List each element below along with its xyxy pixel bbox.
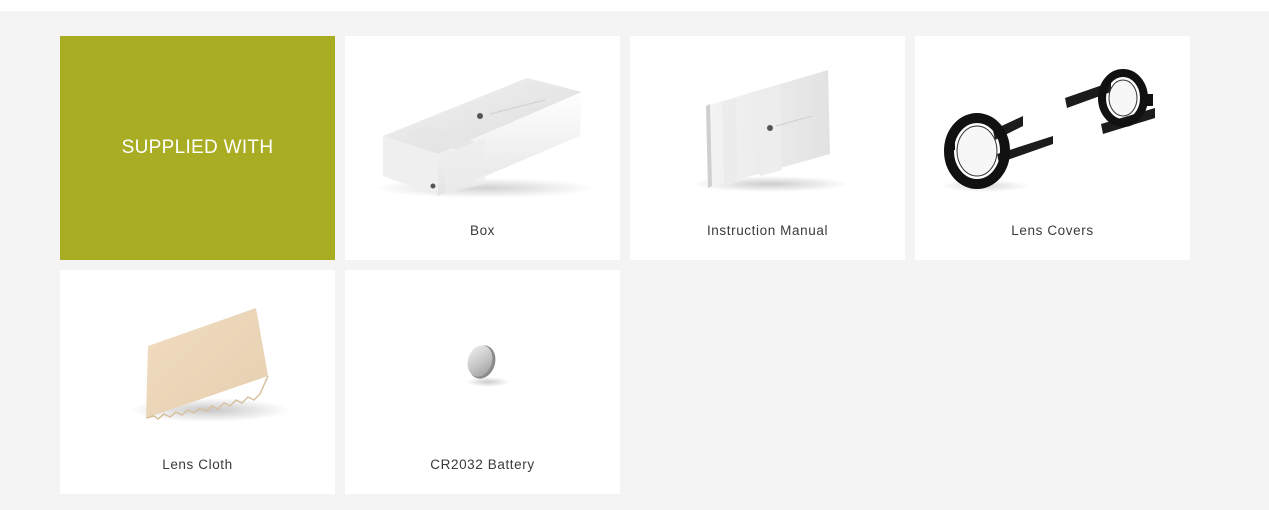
supplied-with-heading-tile: SUPPLIED WITH xyxy=(60,36,335,260)
section-heading: SUPPLIED WITH xyxy=(121,137,274,158)
item-card-cr2032-battery: CR2032 Battery xyxy=(345,270,620,494)
lens-cloth-image xyxy=(130,308,290,422)
item-label: Box xyxy=(469,223,496,238)
item-label: Lens Cloth xyxy=(162,457,233,472)
box-image xyxy=(375,78,595,198)
supplied-with-section: SUPPLIED WITH Box Instruction Manual Len… xyxy=(0,11,1269,510)
lens-covers-image xyxy=(940,69,1155,192)
item-card-box: Box xyxy=(345,36,620,260)
item-card-lens-covers: Lens Covers xyxy=(915,36,1190,260)
item-card-lens-cloth: Lens Cloth xyxy=(60,270,335,494)
item-label: CR2032 Battery xyxy=(430,457,535,472)
item-label: Instruction Manual xyxy=(706,223,829,238)
supplied-items-grid: SUPPLIED WITH Box Instruction Manual Len… xyxy=(60,36,1190,494)
battery-image xyxy=(466,345,510,387)
manual-image xyxy=(690,70,850,192)
item-card-instruction-manual: Instruction Manual xyxy=(630,36,905,260)
item-label: Lens Covers xyxy=(1011,223,1094,238)
